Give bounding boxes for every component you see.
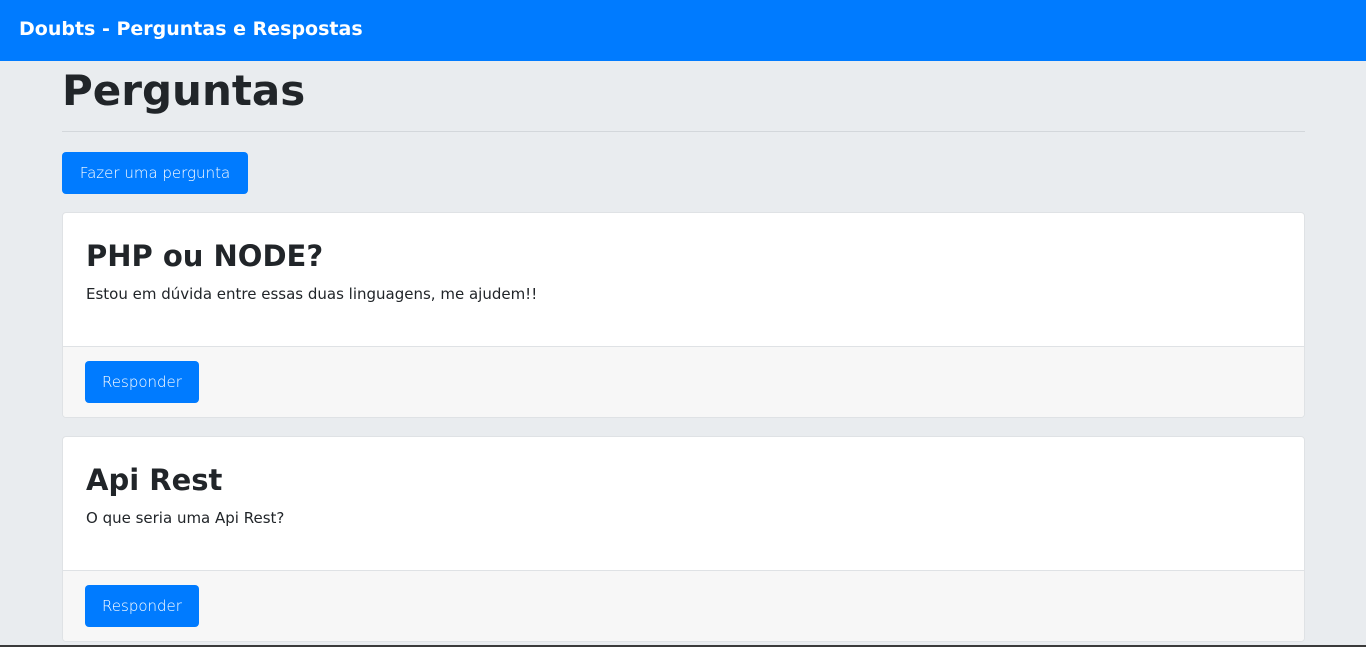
ask-question-button[interactable]: Fazer uma pergunta: [62, 152, 248, 194]
question-title: Api Rest: [86, 463, 223, 497]
question-card: PHP ou NODE? Estou em dúvida entre essas…: [62, 212, 1305, 418]
question-description: Estou em dúvida entre essas duas linguag…: [86, 285, 538, 303]
card-body: PHP ou NODE? Estou em dúvida entre essas…: [63, 213, 1304, 347]
main-container: Perguntas Fazer uma pergunta PHP ou NODE…: [62, 61, 1305, 642]
question-card: Api Rest O que seria uma Api Rest? Respo…: [62, 436, 1305, 642]
title-divider: [62, 131, 1305, 132]
navbar: Doubts - Perguntas e Respostas: [0, 0, 1366, 61]
reply-button[interactable]: Responder: [85, 585, 199, 627]
page-title: Perguntas: [62, 66, 306, 115]
card-footer: Responder: [63, 347, 1304, 417]
card-body: Api Rest O que seria uma Api Rest?: [63, 437, 1304, 571]
question-description: O que seria uma Api Rest?: [86, 509, 285, 527]
brand-link[interactable]: Doubts - Perguntas e Respostas: [19, 18, 363, 40]
reply-button[interactable]: Responder: [85, 361, 199, 403]
card-footer: Responder: [63, 571, 1304, 641]
question-title: PHP ou NODE?: [86, 239, 324, 273]
